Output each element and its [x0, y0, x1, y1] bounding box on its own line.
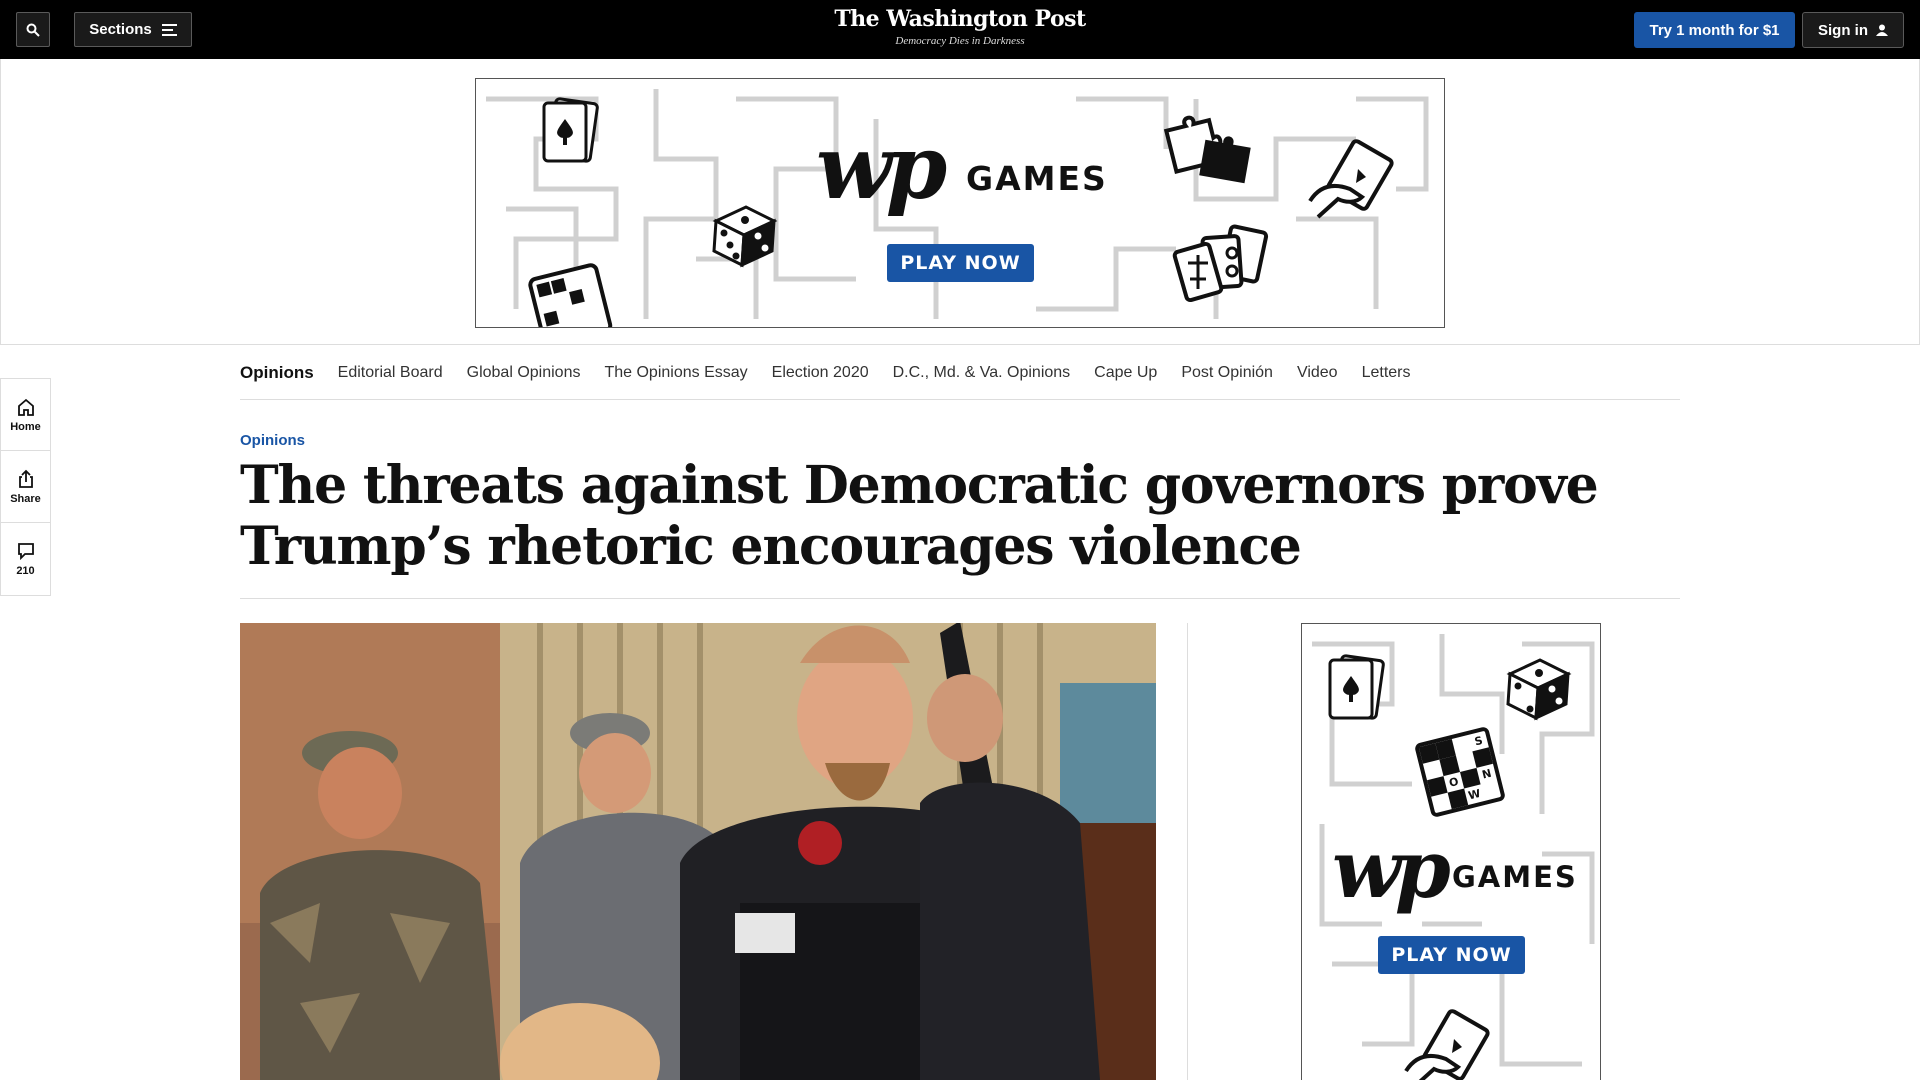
headline-divider	[240, 598, 1680, 599]
share-icon	[18, 469, 33, 488]
comments-count: 210	[16, 565, 35, 577]
hand-card-icon	[1404, 1009, 1490, 1080]
nav-item-video[interactable]: Video	[1297, 364, 1338, 382]
crossword-icon	[528, 263, 613, 327]
home-label: Home	[10, 420, 41, 433]
column-divider	[1187, 623, 1188, 1080]
mahjong-tiles-icon	[1172, 224, 1269, 303]
nav-item-dc-md-va-opinions[interactable]: D.C., Md. & Va. Opinions	[893, 364, 1071, 382]
site-tagline: Democracy Dies in Darkness	[895, 35, 1025, 47]
opinions-subnav: Opinions Editorial Board Global Opinions…	[240, 347, 1680, 400]
subscribe-button[interactable]: Try 1 month for $1	[1634, 12, 1795, 48]
photo-illustration	[240, 623, 1156, 1080]
playing-card-icon	[1328, 654, 1385, 720]
nav-item-opinions-essay[interactable]: The Opinions Essay	[604, 364, 747, 382]
dice-icon	[1506, 658, 1572, 721]
playing-card-icon	[542, 97, 599, 163]
top-navigation-bar: Sections The Washington Post Democracy D…	[0, 0, 1920, 59]
home-icon	[17, 398, 34, 416]
sign-in-label: Sign in	[1818, 21, 1868, 39]
nav-item-global-opinions[interactable]: Global Opinions	[467, 364, 581, 382]
nav-item-election-2020[interactable]: Election 2020	[772, 364, 869, 382]
dice-icon	[712, 205, 778, 268]
article-lead-photo[interactable]	[240, 623, 1156, 1080]
wp-logo: wp	[816, 115, 947, 219]
hand-card-icon	[1308, 139, 1394, 219]
puzzle-piece-icon	[1163, 115, 1251, 184]
maze-pattern	[486, 89, 1429, 319]
nav-item-letters[interactable]: Letters	[1362, 364, 1411, 382]
user-icon	[1876, 24, 1888, 36]
wp-logo: wp	[1332, 822, 1451, 916]
home-button[interactable]: Home	[1, 379, 50, 451]
play-now-button[interactable]: PLAY NOW	[887, 244, 1034, 282]
article-headline: The threats against Democratic governors…	[240, 455, 1599, 577]
comment-icon	[17, 543, 34, 561]
games-label: GAMES	[966, 159, 1108, 198]
share-button[interactable]: Share	[1, 451, 50, 523]
wp-games-side-ad[interactable]: S ON W wp GAMES PLAY NOW	[1301, 623, 1601, 1080]
share-label: Share	[10, 492, 41, 505]
nav-item-editorial-board[interactable]: Editorial Board	[338, 364, 443, 382]
wp-games-banner-ad[interactable]: wp GAMES PLAY NOW	[475, 78, 1445, 328]
article-kicker[interactable]: Opinions	[240, 432, 305, 449]
sign-in-button[interactable]: Sign in	[1802, 12, 1904, 48]
games-label: GAMES	[1452, 860, 1578, 894]
play-now-button[interactable]: PLAY NOW	[1378, 936, 1525, 974]
comments-button[interactable]: 210	[1, 523, 50, 595]
nav-item-cape-up[interactable]: Cape Up	[1094, 364, 1157, 382]
site-logo[interactable]: The Washington Post	[0, 6, 1920, 32]
nav-item-post-opinion[interactable]: Post Opinión	[1181, 364, 1273, 382]
left-action-rail: Home Share 210	[0, 378, 51, 596]
masthead[interactable]: The Washington Post Democracy Dies in Da…	[0, 6, 1920, 47]
nav-item-opinions[interactable]: Opinions	[240, 363, 314, 383]
